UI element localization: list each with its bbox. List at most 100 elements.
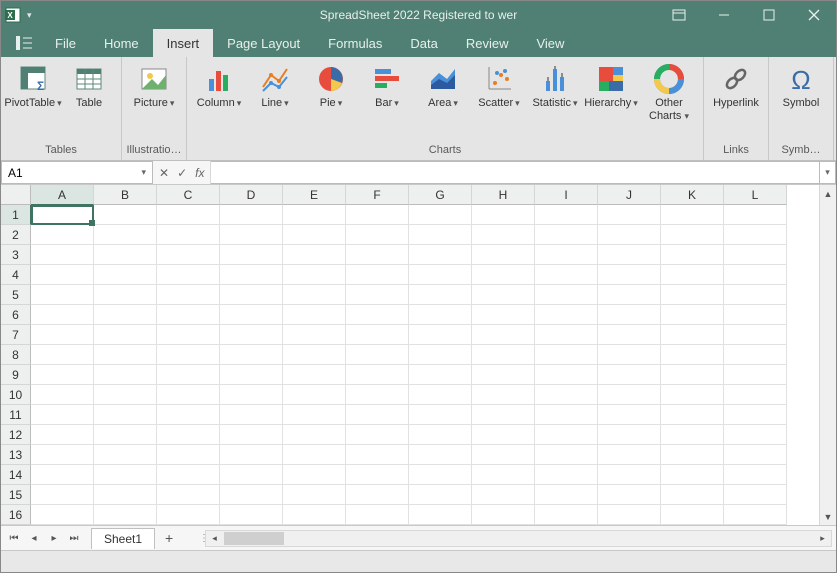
cell[interactable] (409, 365, 472, 385)
row-header[interactable]: 2 (1, 225, 31, 245)
cell[interactable] (283, 425, 346, 445)
cell[interactable] (346, 345, 409, 365)
accept-formula-icon[interactable]: ✓ (177, 166, 187, 180)
cell[interactable] (157, 325, 220, 345)
cell[interactable] (346, 485, 409, 505)
sheet-tab[interactable]: Sheet1 (91, 528, 155, 549)
cell[interactable] (724, 285, 787, 305)
horizontal-scrollbar[interactable]: ◂ ▸ (205, 530, 832, 547)
picture-button[interactable]: Picture▾ (128, 61, 180, 112)
menu-tab-home[interactable]: Home (90, 29, 153, 57)
cell[interactable] (598, 225, 661, 245)
cell[interactable] (535, 505, 598, 525)
cell[interactable] (535, 465, 598, 485)
cell[interactable] (409, 205, 472, 225)
cell[interactable] (472, 245, 535, 265)
cell[interactable] (94, 265, 157, 285)
menu-icon[interactable] (7, 29, 41, 57)
cell[interactable] (661, 465, 724, 485)
cell[interactable] (346, 285, 409, 305)
cell[interactable] (598, 285, 661, 305)
cell[interactable] (724, 345, 787, 365)
cell[interactable] (94, 385, 157, 405)
cell[interactable] (661, 245, 724, 265)
cell[interactable] (157, 285, 220, 305)
cell[interactable] (409, 505, 472, 525)
cell[interactable] (535, 205, 598, 225)
cell[interactable] (598, 265, 661, 285)
cell[interactable] (472, 505, 535, 525)
scroll-right-icon[interactable]: ▸ (814, 531, 831, 546)
cell[interactable] (94, 205, 157, 225)
cell[interactable] (346, 245, 409, 265)
cell[interactable] (157, 485, 220, 505)
cell[interactable] (472, 265, 535, 285)
menu-tab-data[interactable]: Data (396, 29, 451, 57)
row-header[interactable]: 15 (1, 485, 31, 505)
pie-button[interactable]: Pie▾ (305, 61, 357, 112)
pivottable-button[interactable]: ΣPivotTable▾ (7, 61, 59, 112)
column-header[interactable]: F (346, 185, 409, 205)
statistic-button[interactable]: Statistic▾ (529, 61, 581, 112)
cell[interactable] (346, 305, 409, 325)
cell[interactable] (220, 225, 283, 245)
cell[interactable] (157, 405, 220, 425)
cell[interactable] (157, 265, 220, 285)
cell[interactable] (220, 405, 283, 425)
cell[interactable] (661, 265, 724, 285)
cell[interactable] (220, 245, 283, 265)
cell[interactable] (472, 385, 535, 405)
cell[interactable] (535, 405, 598, 425)
column-header[interactable]: A (31, 185, 94, 205)
cell[interactable] (31, 245, 94, 265)
cell[interactable] (724, 305, 787, 325)
cell[interactable] (157, 445, 220, 465)
cell[interactable] (220, 485, 283, 505)
cell[interactable] (724, 365, 787, 385)
cell[interactable] (409, 325, 472, 345)
cell[interactable] (346, 505, 409, 525)
fx-icon[interactable]: fx (195, 166, 204, 180)
cell[interactable] (283, 225, 346, 245)
scroll-down-icon[interactable]: ▼ (820, 508, 836, 525)
column-header[interactable]: K (661, 185, 724, 205)
cell[interactable] (94, 405, 157, 425)
cell[interactable] (31, 505, 94, 525)
cell[interactable] (346, 365, 409, 385)
row-header[interactable]: 6 (1, 305, 31, 325)
cell[interactable] (472, 205, 535, 225)
cell[interactable] (598, 325, 661, 345)
column-header[interactable]: D (220, 185, 283, 205)
cell[interactable] (472, 425, 535, 445)
row-header[interactable]: 9 (1, 365, 31, 385)
cell[interactable] (724, 385, 787, 405)
cell[interactable] (724, 445, 787, 465)
cell[interactable] (94, 285, 157, 305)
cell[interactable] (346, 425, 409, 445)
cell[interactable] (346, 205, 409, 225)
cell[interactable] (661, 365, 724, 385)
formula-expand-icon[interactable]: ▾ (820, 161, 836, 184)
cell[interactable] (31, 345, 94, 365)
menu-tab-view[interactable]: View (522, 29, 578, 57)
cell[interactable] (31, 225, 94, 245)
row-header[interactable]: 14 (1, 465, 31, 485)
cell[interactable] (409, 265, 472, 285)
cell[interactable] (157, 465, 220, 485)
column-header[interactable]: C (157, 185, 220, 205)
cell[interactable] (409, 425, 472, 445)
menu-tab-review[interactable]: Review (452, 29, 523, 57)
cancel-formula-icon[interactable]: ✕ (159, 166, 169, 180)
cell[interactable] (283, 485, 346, 505)
cell[interactable] (94, 245, 157, 265)
cell[interactable] (283, 445, 346, 465)
cell[interactable] (94, 325, 157, 345)
table-button[interactable]: Table (63, 61, 115, 112)
cell[interactable] (661, 345, 724, 365)
cell[interactable] (283, 365, 346, 385)
cell[interactable] (220, 285, 283, 305)
cell[interactable] (472, 465, 535, 485)
cell[interactable] (598, 425, 661, 445)
cell[interactable] (535, 445, 598, 465)
cell[interactable] (220, 305, 283, 325)
